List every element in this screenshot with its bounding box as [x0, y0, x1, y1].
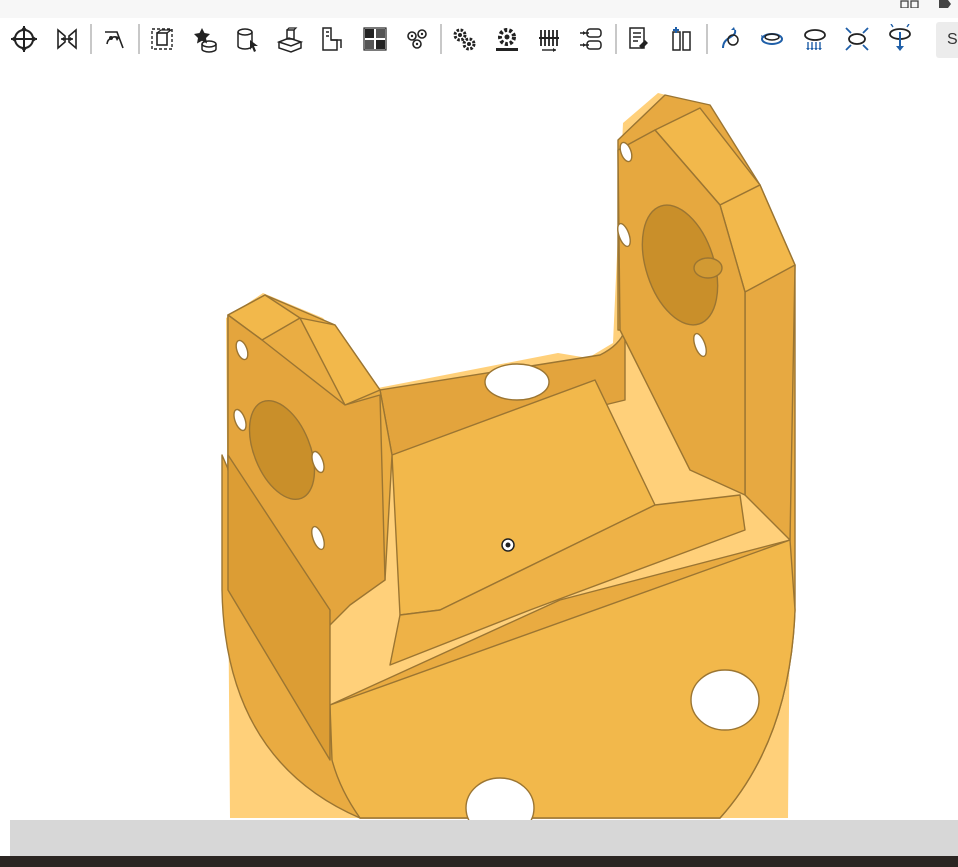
linear-pattern-icon[interactable] — [531, 20, 567, 58]
bounding-box-icon[interactable] — [144, 20, 180, 58]
gear-rack-icon[interactable] — [489, 20, 525, 58]
taskbar — [0, 856, 958, 867]
gear-icon[interactable] — [446, 20, 482, 58]
layout-icon[interactable] — [900, 0, 920, 8]
constraint-icon[interactable] — [574, 20, 610, 58]
toolbar-separator — [138, 24, 140, 54]
toolbar-overflow-button[interactable]: S — [936, 22, 958, 58]
status-bar — [10, 820, 958, 856]
transform-icon[interactable] — [6, 20, 42, 58]
toolbar-separator — [440, 24, 442, 54]
sketch-rotate-icon[interactable] — [96, 20, 132, 58]
exploded-view-icon[interactable] — [399, 20, 435, 58]
toolbar-separator — [706, 24, 708, 54]
replace-part-icon[interactable] — [314, 20, 350, 58]
rotate-around-icon[interactable] — [754, 20, 790, 58]
extrude-part-icon[interactable] — [272, 20, 308, 58]
window-controls — [900, 0, 952, 10]
mirror-icon[interactable] — [49, 20, 85, 58]
motion-path-icon[interactable] — [712, 20, 748, 58]
assembly-icon[interactable] — [229, 20, 265, 58]
tag-icon[interactable] — [938, 0, 952, 8]
toolbar-separator — [90, 24, 92, 54]
insert-part-icon[interactable] — [187, 20, 223, 58]
3d-viewport[interactable] — [0, 62, 958, 839]
layout-grid-icon[interactable] — [357, 20, 393, 58]
bracket-model[interactable] — [0, 62, 958, 839]
toolbar-separator — [615, 24, 617, 54]
expand-icon[interactable] — [839, 20, 875, 58]
title-strip — [0, 0, 958, 18]
download-icon[interactable] — [882, 20, 918, 58]
parts-list-icon[interactable] — [664, 20, 700, 58]
bill-of-materials-icon[interactable] — [621, 20, 657, 58]
toolbar: S — [0, 18, 958, 62]
drop-icon[interactable] — [797, 20, 833, 58]
